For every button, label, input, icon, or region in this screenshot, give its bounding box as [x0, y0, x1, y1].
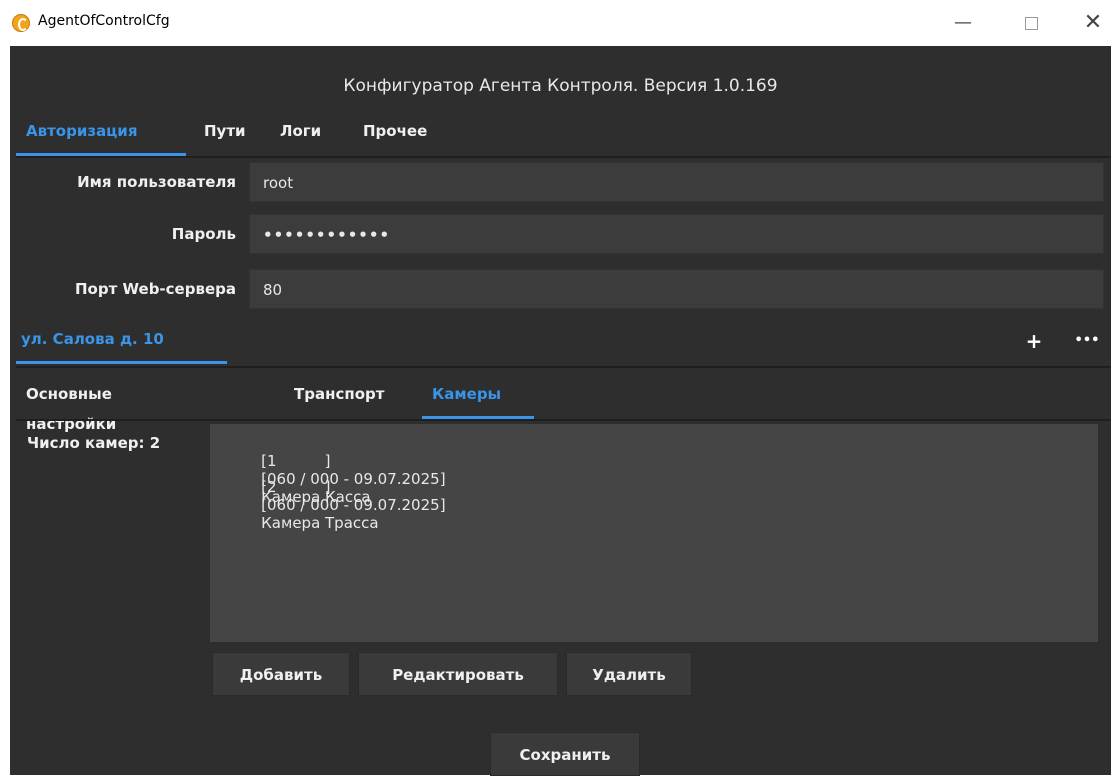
- divider: [16, 419, 1111, 421]
- tab-label: ул. Салова д. 10: [21, 330, 164, 348]
- close-button[interactable]: ✕: [1070, 8, 1116, 38]
- camera-list[interactable]: [1] [060 / 000 - 09.07.2025] Камера Касс…: [210, 424, 1098, 642]
- app-icon: [12, 14, 30, 32]
- tab-label: Камеры: [432, 385, 502, 403]
- password-label: Пароль: [171, 225, 236, 243]
- port-row: Порт Web-сервера 80: [16, 267, 1111, 311]
- camera-index-close: ]: [324, 478, 331, 496]
- tab-location[interactable]: ул. Салова д. 10: [16, 324, 227, 364]
- tab-other[interactable]: Прочее: [353, 116, 437, 156]
- password-field[interactable]: ••••••••••••: [249, 214, 1104, 254]
- password-row: Пароль ••••••••••••: [16, 212, 1111, 256]
- port-label: Порт Web-сервера: [75, 280, 236, 298]
- tab-label: Пути: [204, 122, 246, 140]
- tab-label: Транспорт: [294, 385, 385, 403]
- add-camera-button[interactable]: Добавить: [212, 652, 350, 696]
- list-item[interactable]: [2] [060 / 000 - 09.07.2025] Камера Трас…: [223, 460, 446, 550]
- maximize-icon: [1024, 16, 1038, 30]
- delete-camera-button[interactable]: Удалить: [566, 652, 692, 696]
- title-bar: AgentOfControlCfg — ✕: [0, 0, 1119, 46]
- tab-underline: [16, 361, 227, 364]
- minimize-button[interactable]: —: [940, 8, 986, 38]
- add-location-button[interactable]: +: [1020, 327, 1048, 355]
- tab-label: Логи: [280, 122, 322, 140]
- tab-authorization[interactable]: Авторизация: [16, 116, 186, 156]
- maximize-button[interactable]: [1008, 8, 1054, 38]
- tab-basic-settings[interactable]: Основные настройки: [16, 379, 126, 433]
- save-button[interactable]: Сохранить: [490, 732, 640, 776]
- divider: [16, 366, 1111, 368]
- tab-label: Прочее: [363, 122, 428, 140]
- tab-logs[interactable]: Логи: [270, 116, 331, 156]
- username-label: Имя пользователя: [77, 173, 236, 191]
- port-field[interactable]: 80: [249, 269, 1104, 309]
- client-area: Конфигуратор Агента Контроля. Версия 1.0…: [10, 46, 1111, 776]
- camera-name: Камера Трасса: [261, 514, 379, 532]
- tab-paths[interactable]: Пути: [194, 116, 256, 156]
- username-field[interactable]: root: [249, 162, 1104, 202]
- tab-transport[interactable]: Транспорт: [284, 379, 394, 419]
- divider: [16, 156, 1111, 158]
- tab-label: Основные настройки: [26, 385, 117, 433]
- tab-cameras[interactable]: Камеры: [422, 379, 534, 419]
- app-window: AgentOfControlCfg — ✕ Конфигуратор Агент…: [0, 0, 1119, 776]
- username-row: Имя пользователя root: [16, 160, 1111, 204]
- app-title: Конфигуратор Агента Контроля. Версия 1.0…: [343, 76, 778, 96]
- window-title: AgentOfControlCfg: [38, 13, 170, 29]
- camera-index: [2: [261, 478, 277, 496]
- edit-camera-button[interactable]: Редактировать: [358, 652, 558, 696]
- camera-count-label: Число камер: 2: [27, 434, 161, 452]
- tab-label: Авторизация: [26, 122, 138, 140]
- camera-info: [060 / 000 - 09.07.2025]: [261, 496, 446, 514]
- more-options-button[interactable]: •••: [1073, 327, 1101, 355]
